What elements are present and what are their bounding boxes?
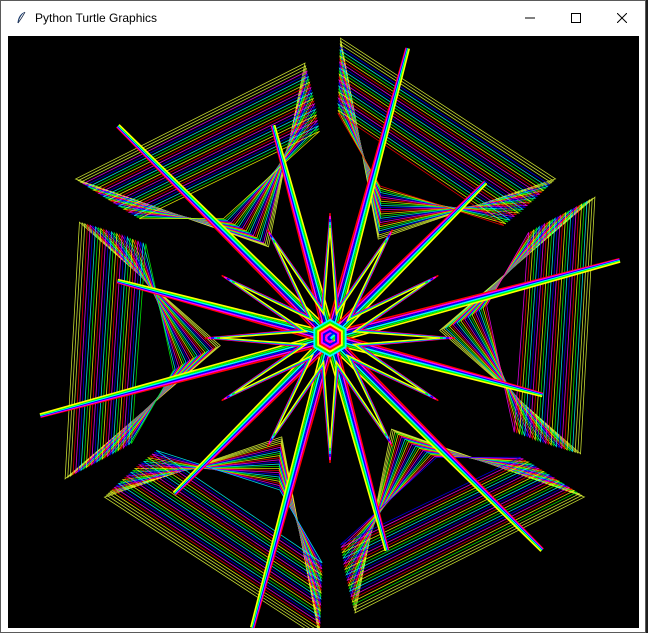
feather-icon [14,11,28,25]
pattern-stroke [89,78,310,240]
window-title: Python Turtle Graphics [35,11,158,25]
pattern-stroke [460,211,567,447]
maximize-icon [571,13,581,23]
turtle-window: Python Turtle Graphics [0,0,646,633]
maximize-button[interactable] [553,1,599,35]
close-button[interactable] [599,1,645,35]
title-bar[interactable]: Python Turtle Graphics [1,1,645,35]
turtle-canvas[interactable] [8,36,639,628]
turtle-drawing [39,37,621,628]
pattern-stroke [350,436,571,598]
minimize-button[interactable] [507,1,553,35]
window-controls [507,1,645,35]
close-icon [617,13,627,23]
minimize-icon [525,17,535,19]
pattern-stroke [93,229,200,465]
